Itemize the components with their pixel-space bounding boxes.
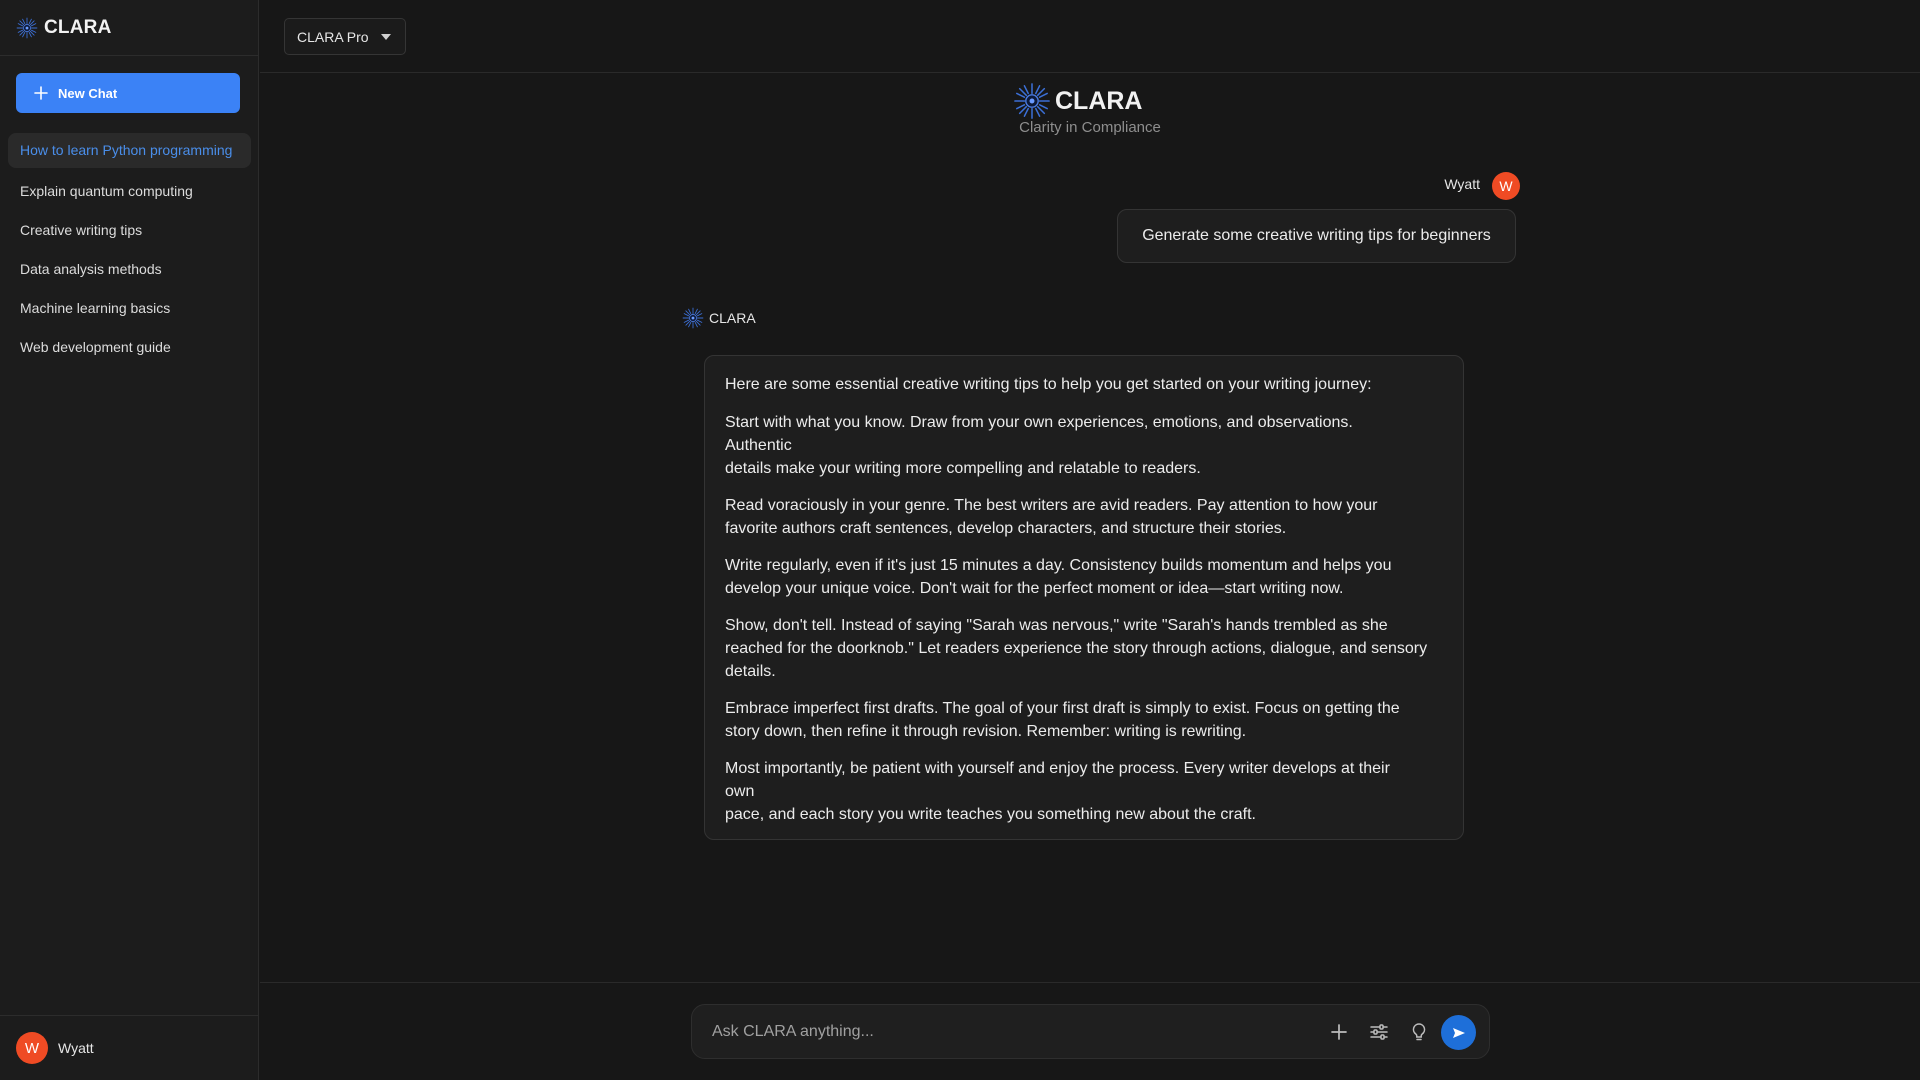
assistant-paragraph: Read voraciously in your genre. The best… bbox=[725, 497, 1378, 537]
sidebar-item-data-analysis[interactable]: Data analysis methods bbox=[8, 250, 251, 289]
sidebar-item-label: Data analysis methods bbox=[20, 261, 162, 277]
settings-button[interactable] bbox=[1366, 1019, 1392, 1045]
assistant-paragraph: Here are some essential creative writing… bbox=[725, 376, 1372, 393]
sliders-icon bbox=[1370, 1024, 1388, 1040]
sidebar: CLARA New Chat How to learn Python progr… bbox=[0, 0, 259, 1080]
user-profile[interactable]: W Wyatt bbox=[0, 1015, 259, 1080]
user-message-author: Wyatt bbox=[1444, 176, 1480, 192]
avatar: W bbox=[1492, 172, 1520, 200]
sidebar-header: CLARA bbox=[0, 0, 258, 56]
send-icon bbox=[1452, 1027, 1465, 1038]
sidebar-item-label: Creative writing tips bbox=[20, 222, 143, 238]
avatar: W bbox=[16, 1032, 48, 1064]
user-name: Wyatt bbox=[58, 1040, 94, 1056]
brand-header: CLARA bbox=[1013, 82, 1143, 120]
sidebar-app-name: CLARA bbox=[44, 16, 112, 38]
sidebar-item-machine-learning[interactable]: Machine learning basics bbox=[8, 289, 251, 328]
sidebar-item-label: Explain quantum computing bbox=[20, 183, 193, 199]
clara-logo-icon bbox=[1013, 82, 1051, 120]
assistant-paragraph: Embrace imperfect first drafts. The goal… bbox=[725, 700, 1400, 740]
chat-history-list: How to learn Python programming Explain … bbox=[8, 133, 251, 367]
attach-button[interactable] bbox=[1326, 1019, 1352, 1045]
chevron-down-icon bbox=[380, 33, 391, 40]
brand-name: CLARA bbox=[1055, 86, 1143, 115]
chat-input[interactable] bbox=[712, 1005, 1312, 1058]
assistant-paragraph: Show, don't tell. Instead of saying "Sar… bbox=[725, 617, 1428, 680]
sidebar-item-python[interactable]: How to learn Python programming bbox=[8, 133, 251, 168]
composer bbox=[691, 1004, 1490, 1059]
brand-tagline: Clarity in Compliance bbox=[1019, 119, 1161, 136]
assistant-name: CLARA bbox=[709, 310, 756, 326]
assistant-message-author: CLARA bbox=[682, 307, 756, 329]
assistant-paragraph: Write regularly, even if it's just 15 mi… bbox=[725, 557, 1392, 597]
sidebar-item-label: Web development guide bbox=[20, 339, 171, 355]
assistant-message-bubble: Here are some essential creative writing… bbox=[704, 355, 1464, 840]
new-chat-button[interactable]: New Chat bbox=[16, 73, 240, 113]
clara-logo-icon bbox=[682, 307, 704, 329]
send-button[interactable] bbox=[1441, 1015, 1476, 1050]
model-selector-label: CLARA Pro bbox=[297, 28, 369, 45]
assistant-paragraph: Start with what you know. Draw from your… bbox=[725, 414, 1353, 477]
user-message-text: Generate some creative writing tips for … bbox=[1142, 227, 1491, 244]
clara-logo-icon bbox=[16, 17, 38, 39]
new-chat-label: New Chat bbox=[58, 85, 118, 101]
sidebar-item-creative-writing[interactable]: Creative writing tips bbox=[8, 211, 251, 250]
assistant-paragraph: Most importantly, be patient with yourse… bbox=[725, 760, 1390, 823]
lightbulb-icon bbox=[1412, 1023, 1426, 1041]
sidebar-item-web-development[interactable]: Web development guide bbox=[8, 328, 251, 367]
model-selector[interactable]: CLARA Pro bbox=[284, 18, 406, 55]
sidebar-item-label: How to learn Python programming bbox=[20, 142, 233, 158]
ideas-button[interactable] bbox=[1406, 1019, 1432, 1045]
top-bar: CLARA Pro bbox=[260, 0, 1920, 73]
user-message-bubble: Generate some creative writing tips for … bbox=[1117, 209, 1516, 263]
sidebar-item-quantum[interactable]: Explain quantum computing bbox=[8, 172, 251, 211]
sidebar-item-label: Machine learning basics bbox=[20, 300, 171, 316]
plus-icon bbox=[34, 86, 48, 100]
plus-icon bbox=[1331, 1024, 1347, 1040]
